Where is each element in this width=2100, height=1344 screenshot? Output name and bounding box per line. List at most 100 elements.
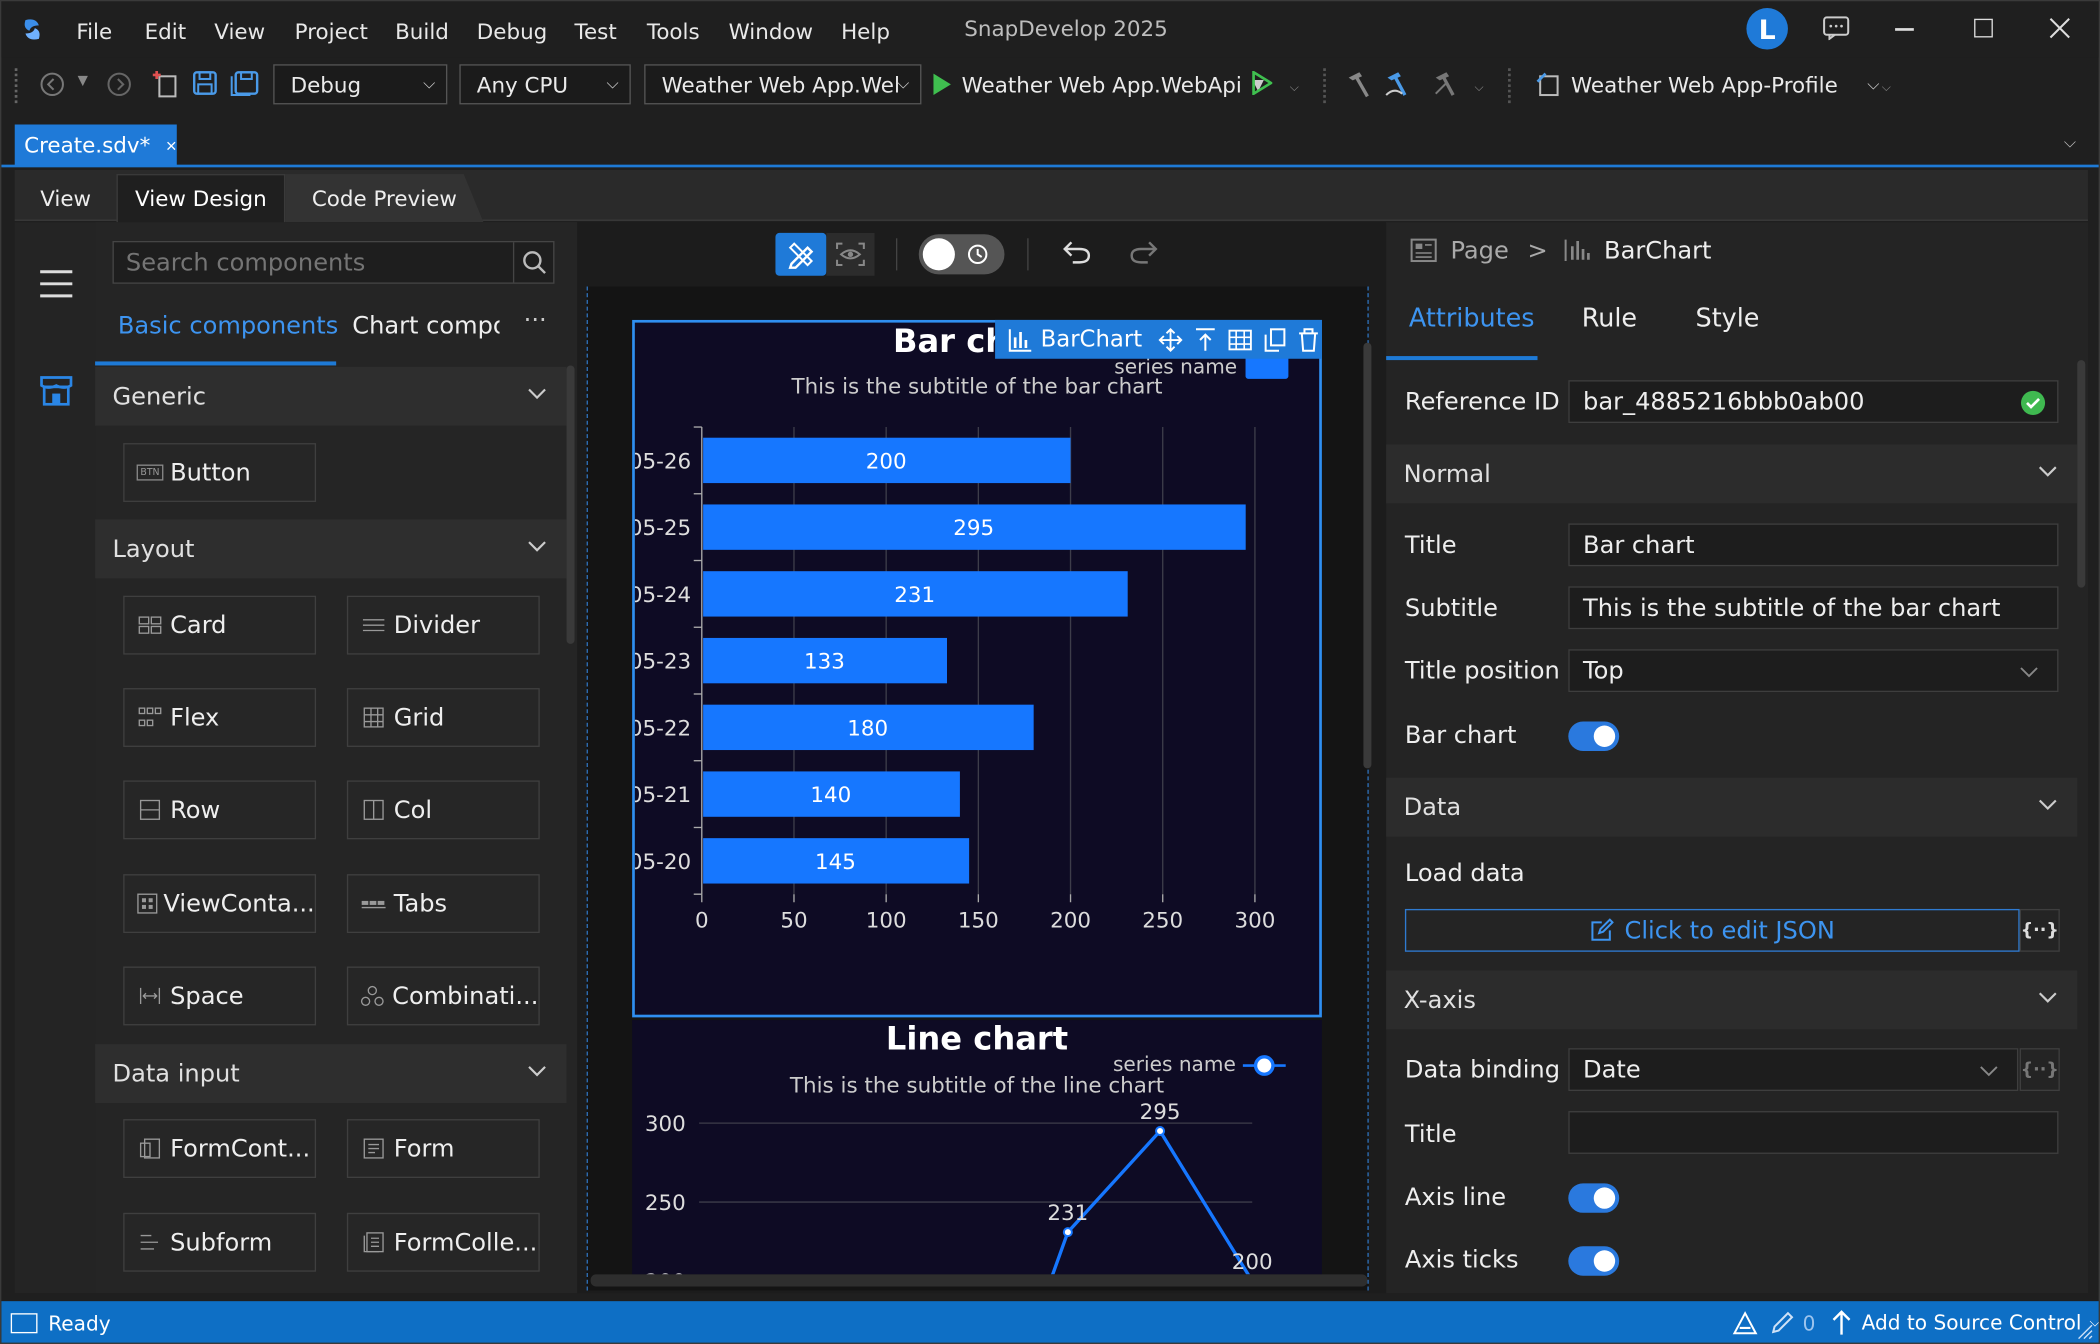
component-button[interactable]: BTN Button (123, 443, 317, 502)
line-chart-card[interactable]: 300250200231295200 Line chart This is th… (632, 1020, 1322, 1275)
redo-icon[interactable] (1129, 238, 1158, 265)
startup-project-dropdown[interactable]: Weather Web App.Wel ⌵ (644, 64, 922, 105)
resize-grip-icon[interactable] (2077, 1324, 2093, 1340)
section-x-axis[interactable]: X-axis (1386, 970, 2078, 1030)
dropdown-small-icon[interactable]: ⌵ (1882, 82, 1891, 95)
bar-chart-card[interactable]: 0 50 100 150 200 250 300 200 05-26 295 05-25 231 05-… (632, 319, 1322, 1018)
component-row[interactable]: Row (123, 780, 317, 840)
component-col[interactable]: Col (346, 780, 540, 840)
tab-chart-components[interactable]: Chart compo (352, 312, 499, 344)
forward-icon[interactable] (106, 71, 133, 98)
hamburger-menu-icon[interactable] (39, 269, 74, 298)
pencil-icon[interactable] (1771, 1311, 1795, 1335)
canvas-scrollbar[interactable] (1363, 342, 1372, 769)
toolbar-grip[interactable] (14, 68, 20, 104)
close-tab-icon[interactable] (166, 136, 176, 155)
menu-view[interactable]: View (214, 18, 265, 43)
title-position-select[interactable]: Top (1568, 649, 2059, 693)
component-formcollection[interactable]: FormColle... (346, 1212, 540, 1272)
source-control-button[interactable]: Add to Source Control ⌵ (1862, 1309, 2099, 1336)
tab-code-preview[interactable]: Code Preview (285, 174, 484, 223)
x-axis-title-field[interactable] (1568, 1111, 2059, 1154)
json-expression-button[interactable]: {··} (2019, 908, 2060, 952)
delete-icon[interactable] (1297, 327, 1318, 352)
table-icon[interactable] (1228, 329, 1252, 350)
tab-style[interactable]: Style (1696, 304, 1760, 333)
tab-rule[interactable]: Rule (1582, 304, 1637, 333)
component-divider[interactable]: Divider (346, 595, 540, 655)
move-icon[interactable] (1158, 327, 1183, 352)
output-window-icon[interactable] (10, 1313, 38, 1334)
axis-line-toggle[interactable] (1568, 1183, 1620, 1213)
tab-basic-components[interactable]: Basic components (118, 312, 338, 340)
preview-mode-button[interactable] (826, 232, 875, 276)
reference-id-field[interactable]: bar_4885216bbb0ab00 (1568, 380, 2059, 424)
properties-scrollbar[interactable] (2077, 360, 2086, 588)
clean-icon[interactable] (1432, 70, 1461, 99)
profile-dropdown[interactable]: Weather Web App-Profile ⌵ (1535, 68, 1879, 100)
search-button[interactable] (512, 242, 553, 283)
breadcrumb-page[interactable]: Page (1450, 236, 1508, 264)
build-icon[interactable] (1383, 70, 1412, 99)
section-data[interactable]: Data (1386, 777, 2078, 837)
maximize-icon[interactable] (1974, 18, 1993, 38)
git-branch-icon[interactable] (1732, 1311, 1759, 1335)
component-tabs[interactable]: Tabs (346, 874, 540, 934)
more-tabs-button[interactable]: ··· (524, 307, 547, 335)
component-formcontainer[interactable]: FormCont... (123, 1119, 317, 1179)
close-window-icon[interactable] (2049, 17, 2070, 39)
canvas-horizontal-scrollbar[interactable] (590, 1274, 1368, 1287)
search-input[interactable] (113, 242, 513, 283)
menu-project[interactable]: Project (295, 18, 368, 43)
data-binding-expression-button[interactable]: {··} (2019, 1048, 2060, 1091)
feedback-icon[interactable] (1823, 16, 1850, 41)
back-icon[interactable] (39, 71, 66, 98)
subtitle-field[interactable]: This is the subtitle of the bar chart (1568, 586, 2059, 630)
minimize-icon[interactable] (1895, 28, 1914, 31)
axis-ticks-toggle[interactable] (1568, 1246, 1620, 1276)
tab-view-design[interactable]: View Design (116, 174, 286, 223)
avatar[interactable]: L (1746, 8, 1788, 50)
edit-json-button[interactable]: Click to edit JSON (1404, 908, 2020, 952)
save-all-icon[interactable] (230, 70, 259, 97)
dropdown-small-icon[interactable]: ⌵ (1290, 82, 1299, 95)
menu-test[interactable]: Test (575, 18, 617, 43)
dropdown-small-icon[interactable]: ⌵ (1475, 82, 1484, 95)
line-chart-legend-swatch[interactable] (1242, 1054, 1288, 1078)
bar-chart-toggle[interactable] (1568, 721, 1620, 751)
menu-build[interactable]: Build (395, 18, 449, 43)
start-without-debug-icon[interactable] (1251, 70, 1273, 96)
component-flex[interactable]: Flex (123, 688, 317, 747)
menu-debug[interactable]: Debug (477, 18, 547, 43)
save-icon[interactable] (192, 70, 219, 97)
menu-tools[interactable]: Tools (647, 18, 700, 43)
design-mode-button[interactable] (775, 232, 827, 276)
palette-scrollbar[interactable] (566, 365, 575, 644)
menu-window[interactable]: Window (729, 18, 814, 43)
section-normal[interactable]: Normal (1386, 444, 2078, 504)
new-item-icon[interactable] (152, 70, 180, 99)
theme-toggle[interactable] (918, 234, 1005, 275)
run-button[interactable]: Weather Web App.WebApi ▼ (931, 68, 1264, 100)
tab-attributes[interactable]: Attributes (1409, 304, 1535, 333)
title-field[interactable]: Bar chart (1568, 523, 2059, 567)
section-generic[interactable]: Generic (95, 366, 567, 426)
component-card[interactable]: Card (123, 595, 317, 655)
component-space[interactable]: Space (123, 966, 317, 1026)
platform-dropdown[interactable]: Any CPU ⌵ (459, 64, 631, 105)
config-dropdown[interactable]: Debug ⌵ (273, 64, 448, 105)
section-layout[interactable]: Layout (95, 519, 567, 579)
tab-view[interactable]: View (25, 174, 105, 222)
data-binding-select[interactable]: Date (1568, 1048, 2019, 1091)
component-subform[interactable]: Subform (123, 1212, 317, 1272)
document-tab[interactable]: Create.sdv* (14, 124, 177, 166)
section-data-input[interactable]: Data input (95, 1044, 567, 1104)
menu-help[interactable]: Help (841, 18, 890, 43)
undo-icon[interactable] (1062, 238, 1091, 265)
component-form[interactable]: Form (346, 1119, 540, 1179)
component-viewcontainer[interactable]: ViewConta... (123, 874, 317, 934)
store-icon[interactable] (39, 373, 74, 408)
back-dropdown-icon[interactable]: ▼ (78, 74, 88, 89)
menu-file[interactable]: File (76, 18, 112, 43)
copy-icon[interactable] (1264, 327, 1286, 352)
